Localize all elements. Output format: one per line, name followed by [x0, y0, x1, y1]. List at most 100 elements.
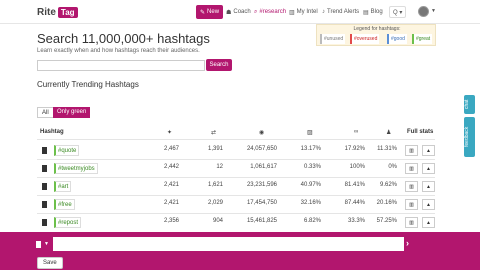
cell-tweets: 2,421	[163, 182, 179, 188]
comment-icon: ▤	[363, 9, 369, 16]
hashtag-label[interactable]: #tweetmyjobs	[54, 163, 98, 174]
search-icon: ⌕	[254, 8, 258, 15]
cell-exposure: 1,061,617	[250, 164, 277, 170]
hashtag-label[interactable]: #free	[54, 199, 75, 210]
cell-images: 32.16%	[300, 200, 321, 206]
cell-retweets: 2,029	[207, 200, 223, 206]
hashtag-legend: Legend for hashtags: #unused #overused #…	[316, 24, 436, 46]
bookmark-icon[interactable]	[42, 165, 47, 174]
cell-mentions: 11.31%	[377, 146, 397, 152]
search-button[interactable]: Search	[206, 59, 232, 71]
legend-unused: #unused	[320, 34, 346, 44]
legend-title: Legend for hashtags:	[353, 26, 401, 32]
nav-trend-alerts[interactable]: ♪ Trend Alerts	[322, 4, 359, 20]
hashtag-search-input[interactable]	[37, 60, 205, 71]
cell-mentions: 0%	[388, 164, 397, 170]
cell-links: 100%	[349, 164, 365, 170]
bar-chart-button[interactable]: ▥	[405, 217, 418, 228]
cell-exposure: 23,231,596	[246, 182, 277, 188]
chevron-down-icon[interactable]: ▼	[44, 241, 49, 247]
table-row: #free 2,421 2,029 17,454,750 32.16% 87.4…	[37, 196, 435, 213]
bookmark-icon[interactable]	[42, 183, 47, 192]
bookmark-icon[interactable]	[42, 201, 47, 210]
feedback-tab[interactable]: feedback	[464, 117, 475, 157]
table-header-divider	[37, 139, 435, 140]
bell-icon: ♪	[322, 9, 325, 15]
cell-retweets: 12	[216, 164, 223, 170]
bar-chart-button[interactable]: ▥	[405, 163, 418, 174]
nav-coach-label: Coach	[233, 9, 251, 15]
user-icon[interactable]: ♟	[386, 129, 391, 136]
filter-only-green-button[interactable]: Only green	[53, 107, 91, 118]
legend-good: #good	[387, 34, 407, 44]
cell-mentions: 20.16%	[376, 200, 397, 206]
nav-research[interactable]: ⌕ #research	[254, 4, 286, 20]
legend-great: #great	[412, 34, 433, 44]
ritetag-logo[interactable]: Rite Tag	[37, 5, 78, 19]
nav-search-dropdown[interactable]: Q ▾	[389, 6, 407, 18]
cell-links: 87.44%	[344, 200, 365, 206]
table-row: #tweetmyjobs 2,442 12 1,061,617 0.33% 10…	[37, 160, 435, 177]
avatar[interactable]	[418, 6, 429, 17]
hashtag-label[interactable]: #quote	[54, 145, 80, 156]
cell-exposure: 17,454,750	[246, 200, 277, 206]
chevron-right-icon[interactable]: ›	[406, 238, 409, 248]
column-header-hashtag[interactable]: Hashtag	[40, 129, 64, 135]
cell-images: 40.97%	[300, 182, 321, 188]
bookmark-icon[interactable]	[36, 241, 41, 248]
chevron-down-icon[interactable]: ▼	[431, 8, 436, 14]
nav-my-intel[interactable]: ▥ My Intel	[289, 4, 318, 20]
bookmark-icon[interactable]	[42, 219, 47, 228]
cell-links: 81.41%	[344, 182, 365, 188]
bar-chart-button[interactable]: ▥	[405, 181, 418, 192]
save-button[interactable]: Save	[37, 257, 63, 269]
chart-icon: ▥	[289, 9, 295, 16]
stats-button[interactable]: ▲	[422, 163, 435, 174]
cell-retweets: 1,621	[207, 182, 223, 188]
stats-button[interactable]: ▲	[422, 199, 435, 210]
cell-images: 13.17%	[300, 146, 321, 152]
nav-intel-label: My Intel	[296, 9, 318, 15]
top-navigation: Rite Tag ✎ New ☗ Coach ⌕ #research ▥ My …	[0, 0, 480, 24]
cell-images: 6.82%	[303, 218, 321, 224]
table-row: #quote 2,467 1,391 24,057,650 13.17% 17.…	[37, 142, 435, 159]
filter-all-button[interactable]: All	[37, 107, 54, 118]
cell-tweets: 2,421	[163, 200, 179, 206]
stats-button[interactable]: ▲	[422, 181, 435, 192]
cell-exposure: 24,057,650	[246, 146, 277, 152]
cell-tweets: 2,442	[163, 164, 179, 170]
nav-new-button[interactable]: ✎ New	[196, 5, 224, 19]
cell-retweets: 904	[212, 218, 223, 224]
page-subtitle: Learn exactly when and how hashtags reac…	[37, 48, 200, 54]
bookmark-icon[interactable]	[42, 147, 47, 156]
cell-mentions: 9.62%	[379, 182, 397, 188]
twitter-icon[interactable]: ✦	[167, 129, 172, 136]
page-title: Search 11,000,000+ hashtags	[37, 31, 210, 46]
hashtag-label[interactable]: #repost	[54, 217, 82, 228]
bar-chart-button[interactable]: ▥	[405, 145, 418, 156]
cell-links: 33.3%	[347, 218, 365, 224]
column-header-full-stats: Full stats	[407, 129, 434, 135]
nav-alerts-label: Trend Alerts	[327, 9, 360, 15]
retweet-icon[interactable]: ⇄	[211, 129, 216, 136]
logo-tag: Tag	[57, 6, 78, 18]
nav-new-label: New	[207, 9, 220, 15]
table-row: #art 2,421 1,621 23,231,596 40.97% 81.41…	[37, 178, 435, 195]
nav-blog[interactable]: ▤ Blog	[363, 4, 383, 20]
nav-coach[interactable]: ☗ Coach	[226, 4, 251, 20]
chat-tab[interactable]: chat	[464, 95, 475, 114]
image-icon[interactable]: ▨	[307, 129, 313, 136]
bar-chart-button[interactable]: ▥	[405, 199, 418, 210]
section-title: Currently Trending Hashtags	[37, 80, 139, 89]
stats-button[interactable]: ▲	[422, 145, 435, 156]
table-row: #repost 2,356 904 15,461,825 6.82% 33.3%…	[37, 214, 435, 231]
logo-text: Rite	[37, 6, 56, 18]
nav-research-label: #research	[259, 9, 287, 15]
legend-overused: #overused	[350, 34, 380, 44]
hashtag-label[interactable]: #art	[54, 181, 72, 192]
eye-icon[interactable]: ◉	[259, 129, 264, 136]
composer-input[interactable]	[53, 237, 404, 251]
link-icon[interactable]: ∞	[354, 129, 358, 135]
stats-button[interactable]: ▲	[422, 217, 435, 228]
pencil-icon: ✎	[200, 9, 206, 16]
